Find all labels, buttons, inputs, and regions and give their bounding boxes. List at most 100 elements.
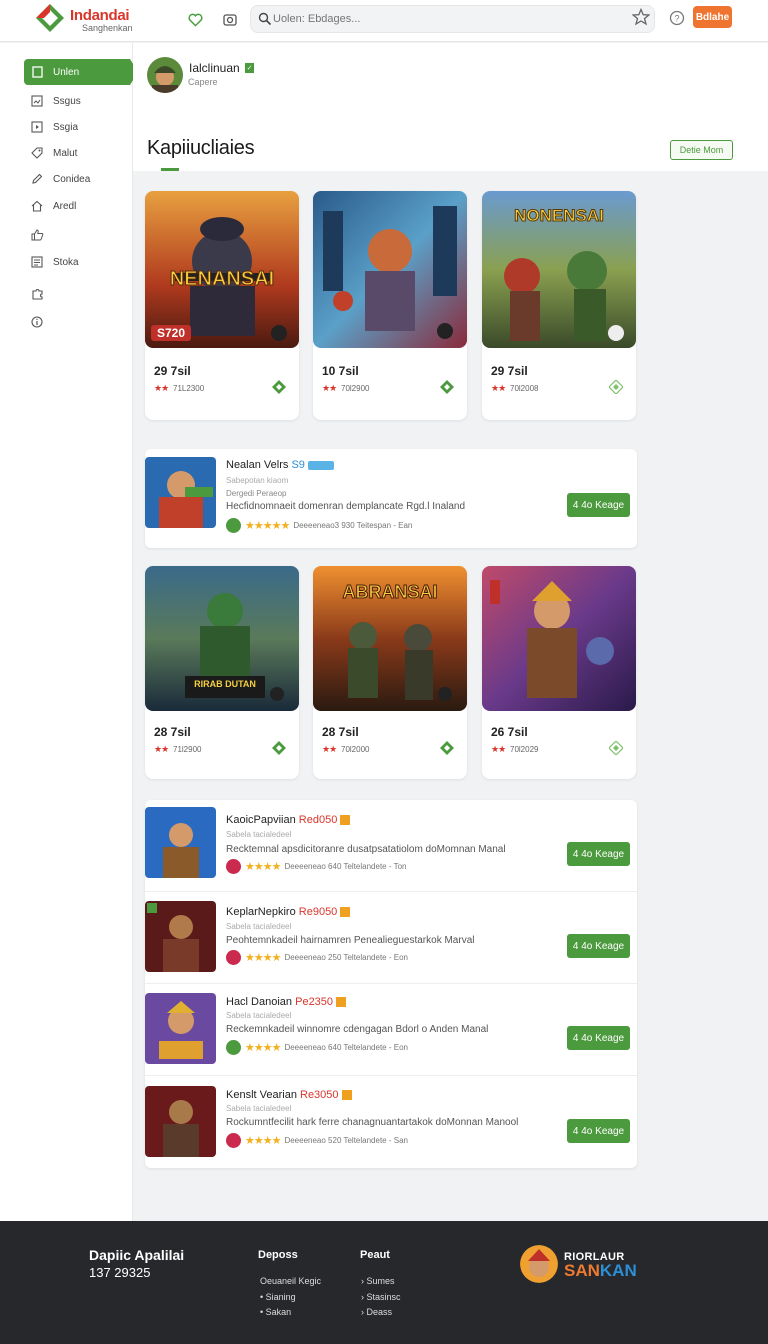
sidebar: Unlen Ssgus Ssgia Malut Conidea Aredl St… (0, 43, 138, 1221)
card-art-title: RIRAB DUTAN (194, 679, 256, 689)
card-count: 71l2900 (173, 745, 202, 754)
footer-link[interactable]: › Sumes (361, 1276, 395, 1286)
get-button[interactable]: 4 4o Keage (567, 493, 630, 517)
footer-link[interactable]: › Deass (361, 1307, 392, 1317)
pencil-icon (30, 172, 44, 186)
diamond-icon[interactable] (272, 741, 286, 755)
sidebar-item-2[interactable]: Ssgia (24, 114, 130, 140)
sidebar-item-7[interactable]: Stoka (24, 249, 130, 275)
get-button[interactable]: 4 4o Keage (567, 842, 630, 866)
title-underline (161, 168, 179, 171)
row-title: Nealan Velrs S9 (226, 459, 334, 471)
row-description: Rockumntfecilit hark ferre chanagnuantar… (226, 1117, 519, 1128)
rating-stars-icon: ★★ (154, 383, 169, 393)
game-card[interactable]: 10 7sil ★★ 70l2900 (313, 191, 467, 420)
sidebar-item-label: Ssgia (53, 121, 79, 133)
heart-icon[interactable] (184, 9, 206, 31)
diamond-icon[interactable] (609, 380, 623, 394)
footer-link[interactable]: › Stasinsc (361, 1292, 401, 1302)
game-thumbnail (145, 457, 216, 528)
star-outline-icon[interactable] (632, 8, 650, 26)
rating-stars-icon: ★★★★ (245, 860, 281, 873)
avatar[interactable] (147, 57, 183, 93)
rating-stars-icon: ★★ (154, 744, 169, 754)
sidebar-item-label: Aredl (53, 200, 77, 212)
camera-icon[interactable] (219, 9, 241, 31)
list-item[interactable]: KaoicPapviian Red050 Sabela tacialedeel … (145, 800, 637, 892)
sidebar-item-home[interactable]: Unlen (24, 59, 138, 85)
card-count: 71L2300 (173, 384, 205, 393)
footer-title: Dapiic Apalilai (89, 1247, 185, 1263)
card-art-badge: S720 (157, 326, 185, 340)
diamond-icon[interactable] (609, 741, 623, 755)
game-thumbnail (145, 901, 216, 972)
card-price: 26 7sil (491, 725, 528, 739)
game-thumbnail (145, 1086, 216, 1157)
card-art-title: NONENSAI (514, 206, 604, 225)
get-button[interactable]: 4 4o Keage (567, 934, 630, 958)
rating-stars-icon: ★★★★ (245, 951, 281, 964)
brand-name[interactable]: Indandai (70, 7, 130, 24)
footer-mascot-logo[interactable] (520, 1245, 558, 1283)
game-card[interactable]: ABRANSAI 28 7sil ★★ 70l2000 (313, 566, 467, 779)
row-meta: ★★★★ Deeeeneao 640 Teltelandete - Ton (226, 858, 406, 874)
footer-link[interactable]: Oeuaneil Kegic (260, 1276, 321, 1286)
row-description: Peohtemnkadeil hairnamren Penealieguesta… (226, 935, 475, 946)
footer-link[interactable]: • Sakan (260, 1307, 291, 1317)
info-icon (30, 315, 44, 329)
sidebar-item-5[interactable]: Aredl (24, 193, 130, 219)
profile-name[interactable]: Ialclinuan (189, 61, 240, 75)
footer-link[interactable]: • Sianing (260, 1292, 296, 1302)
sidebar-item-label: Conidea (53, 173, 91, 185)
sidebar-item-9[interactable] (24, 309, 130, 335)
tag-icon (341, 1090, 352, 1101)
list-item[interactable]: Kenslt Vearian Re3050 Sabela tacialedeel… (145, 1076, 637, 1168)
card-price: 28 7sil (322, 725, 359, 739)
shield-icon (226, 517, 241, 533)
row-subtitle: Sabela tacialedeel (226, 922, 292, 931)
top-bar: Indandai Sanghenkan ? Bdlahe (0, 0, 768, 42)
row-title: Hacl Danoian Pe2350 (226, 996, 347, 1008)
view-more-button[interactable]: Detie Mom (670, 140, 733, 160)
play-icon (30, 120, 44, 134)
rating-stars-icon: ★★ (491, 744, 506, 754)
sidebar-item-4[interactable]: Conidea (24, 166, 130, 192)
row-description: Recktemnal apsdicitoranre dusatpsatatiol… (226, 844, 506, 855)
rating-stars-icon: ★★★★ (245, 1134, 281, 1147)
footer-heading: Deposs (258, 1249, 298, 1261)
row-subtitle: Dergedi Peraeop (226, 489, 287, 498)
list-item[interactable]: Hacl Danoian Pe2350 Sabela tacialedeel R… (145, 984, 637, 1076)
row-subtitle: Sabela tacialedeel (226, 830, 292, 839)
search-icon (258, 12, 272, 26)
search-input[interactable] (273, 9, 613, 29)
game-card[interactable]: RIRAB DUTAN 28 7sil ★★ 71l2900 (145, 566, 299, 779)
logo-icon[interactable] (34, 4, 66, 32)
get-button[interactable]: 4 4o Keage (567, 1119, 630, 1143)
search-bar[interactable] (250, 5, 655, 33)
get-button[interactable]: 4 4o Keage (567, 1026, 630, 1050)
game-cover-image: ABRANSAI (313, 566, 467, 711)
game-card[interactable]: 26 7sil ★★ 70l2029 (482, 566, 636, 779)
diamond-icon[interactable] (440, 380, 454, 394)
game-card[interactable]: NENANSAI S720 29 7sil ★★ 71L2300 (145, 191, 299, 420)
card-price: 28 7sil (154, 725, 191, 739)
game-cover-image: NONENSAI (482, 191, 636, 348)
image-icon (30, 94, 44, 108)
help-icon[interactable]: ? (669, 10, 685, 26)
featured-game[interactable]: Nealan Velrs S9 Sabepotan kiaom Dergedi … (145, 449, 637, 548)
sidebar-item-3[interactable]: Malut (24, 140, 130, 166)
sidebar-item-8[interactable] (24, 280, 130, 306)
row-subtitle: Sabela tacialedeel (226, 1104, 292, 1113)
list-item[interactable]: KeplarNepkiro Re9050 Sabela tacialedeel … (145, 892, 637, 984)
signup-button[interactable]: Bdlahe (693, 6, 732, 28)
square-icon (30, 65, 44, 79)
diamond-icon[interactable] (440, 741, 454, 755)
diamond-icon[interactable] (272, 380, 286, 394)
list-icon (30, 255, 44, 269)
sidebar-item-6[interactable] (24, 222, 130, 248)
card-count: 70l2900 (341, 384, 370, 393)
game-card[interactable]: NONENSAI 29 7sil ★★ 70l2008 (482, 191, 636, 420)
row-description: Reckemnkadeil winnomre cdengagan Bdorl o… (226, 1024, 489, 1035)
sidebar-item-1[interactable]: Ssgus (24, 88, 130, 114)
thumbs-up-icon (30, 228, 44, 242)
